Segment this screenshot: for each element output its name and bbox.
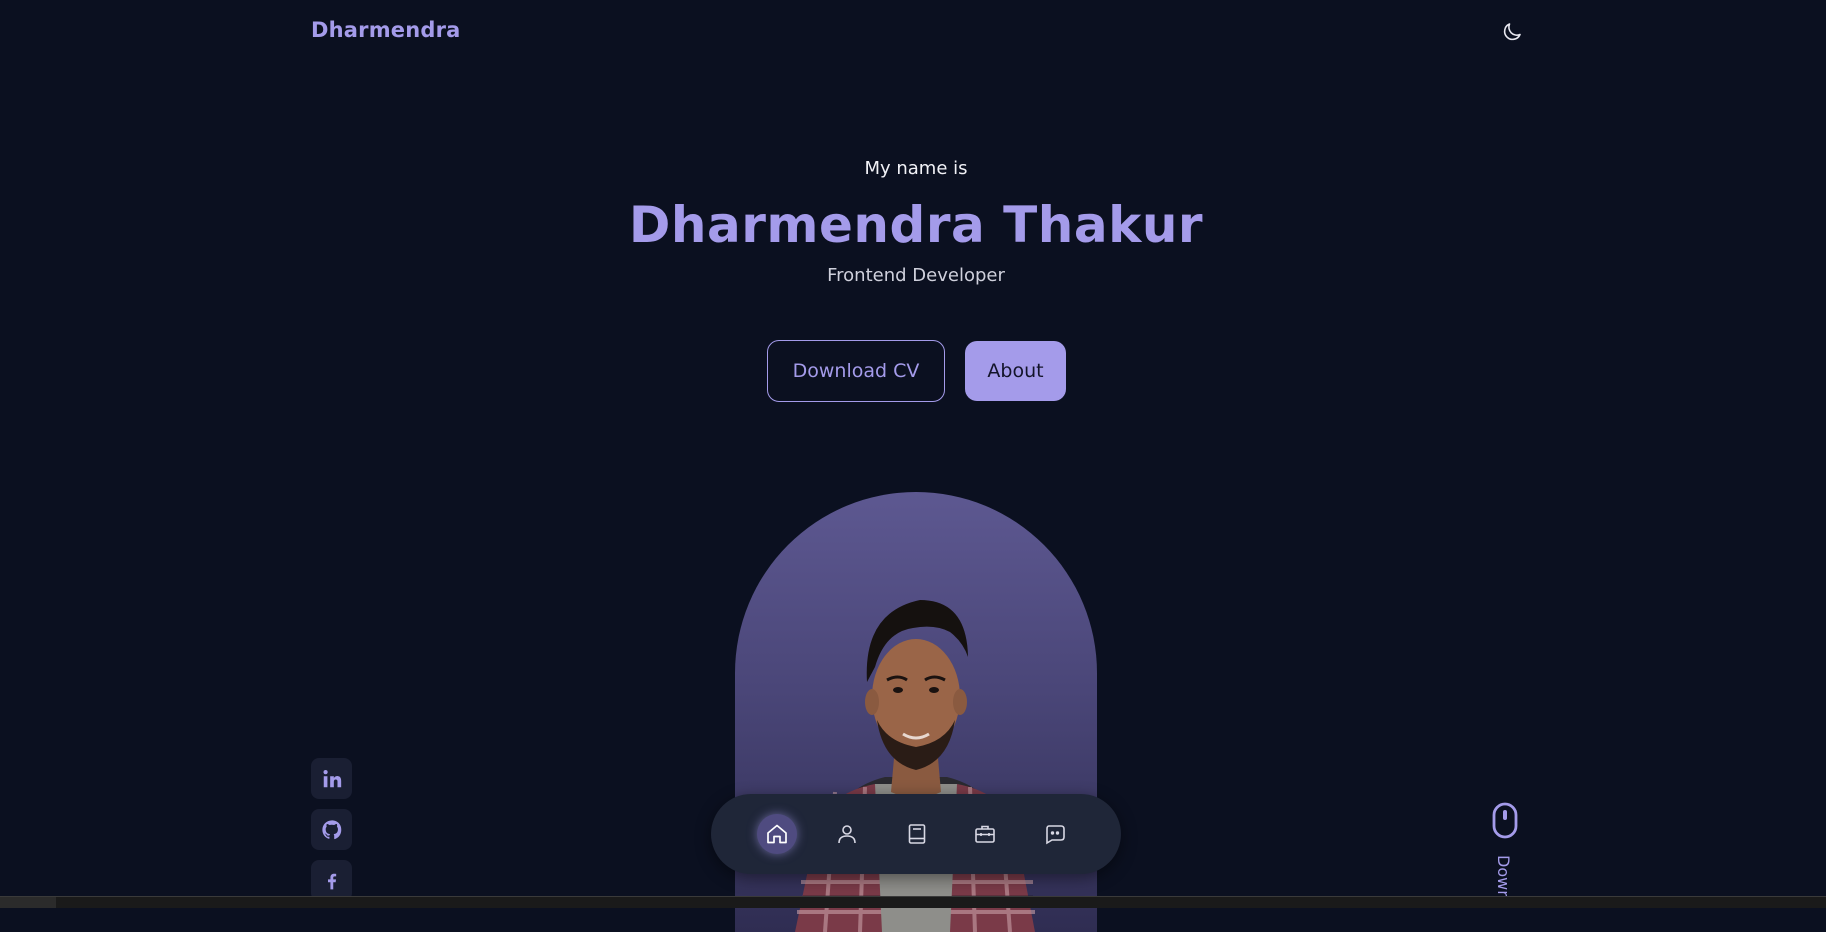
header: Dharmendra [0, 0, 1826, 64]
github-link[interactable] [311, 809, 352, 850]
book-icon [908, 824, 926, 844]
hero-name: Dharmendra Thakur [628, 196, 1204, 254]
download-cv-button[interactable]: Download CV [767, 340, 945, 402]
hero-role: Frontend Developer [827, 265, 1005, 286]
home-icon [767, 824, 787, 844]
greeting-text: My name is [864, 158, 968, 179]
about-button[interactable]: About [965, 341, 1066, 401]
linkedin-icon [322, 769, 341, 787]
window-bottom-edge [0, 896, 1826, 908]
nav-about[interactable] [827, 814, 867, 854]
facebook-link[interactable] [311, 860, 352, 901]
linkedin-link[interactable] [311, 758, 352, 799]
logo[interactable]: Dharmendra [311, 18, 461, 42]
user-icon [838, 825, 856, 844]
facebook-icon [327, 873, 336, 889]
nav-contact[interactable] [1035, 814, 1075, 854]
github-icon [321, 819, 341, 839]
scroll-down-label: Down [1494, 855, 1513, 901]
nav-portfolio[interactable] [965, 814, 1005, 854]
mouse-icon [1492, 802, 1518, 839]
nav-resume[interactable] [897, 814, 937, 854]
bottom-nav [711, 794, 1121, 874]
briefcase-icon [975, 825, 995, 843]
moon-icon[interactable] [1500, 20, 1524, 44]
message-icon [1046, 825, 1065, 845]
taskbar-tab [0, 897, 56, 908]
nav-home[interactable] [757, 814, 797, 854]
